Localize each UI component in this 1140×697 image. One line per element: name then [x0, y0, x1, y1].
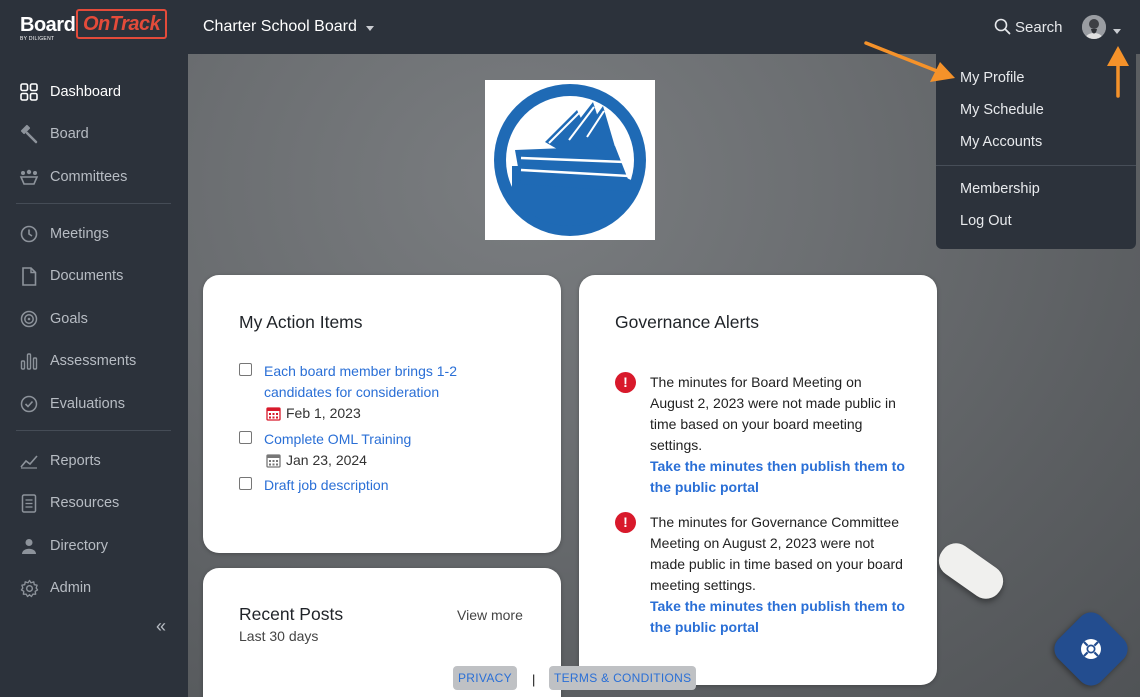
- action-item-checkbox[interactable]: [239, 431, 252, 444]
- committees-icon: [18, 166, 40, 188]
- action-item-link[interactable]: Draft job description: [264, 475, 494, 496]
- search-icon: [994, 18, 1011, 35]
- card-title: Governance Alerts: [615, 312, 759, 332]
- privacy-link[interactable]: PRIVACY: [453, 666, 517, 690]
- due-date: Jan 23, 2024: [286, 452, 367, 468]
- logo-by-text: BY DILIGENT: [20, 36, 55, 42]
- action-item-date: Jan 23, 2024: [266, 452, 367, 468]
- sidebar-item-label: Dashboard: [50, 84, 121, 100]
- action-item-date: Feb 1, 2023: [266, 405, 361, 421]
- card-title: My Action Items: [239, 312, 363, 332]
- sidebar-item-label: Board: [50, 126, 89, 142]
- alert-message: The minutes for Governance Committee Mee…: [650, 514, 903, 593]
- gavel-icon: [18, 123, 40, 145]
- governance-alerts-card: Governance Alerts ! The minutes for Boar…: [579, 275, 937, 685]
- sidebar-item-label: Meetings: [50, 226, 109, 242]
- boardontrack-logo[interactable]: Board OnTrack BY DILIGENT: [18, 8, 168, 44]
- sidebar-item-label: Resources: [50, 495, 120, 511]
- sidebar-item-goals[interactable]: Goals: [18, 307, 178, 331]
- sidebar-item-admin[interactable]: Admin: [18, 576, 178, 600]
- logo-ontrack-text: OnTrack: [76, 9, 168, 39]
- card-subtitle: Last 30 days: [239, 628, 319, 644]
- sidebar-item-evaluations[interactable]: Evaluations: [18, 392, 178, 416]
- sidebar-item-committees[interactable]: Committees: [18, 165, 178, 189]
- list-doc-icon: [18, 492, 40, 514]
- sidebar-item-label: Documents: [50, 268, 124, 284]
- school-logo: [485, 80, 655, 240]
- footer-separator: |: [532, 672, 536, 687]
- sidebar-item-resources[interactable]: Resources: [18, 491, 178, 515]
- top-bar: Board OnTrack BY DILIGENT Charter School…: [0, 0, 1140, 54]
- document-icon: [18, 265, 40, 287]
- action-item-link[interactable]: Complete OML Training: [264, 429, 494, 450]
- gear-icon: [18, 577, 40, 599]
- sidebar-item-documents[interactable]: Documents: [18, 264, 178, 288]
- action-item-link[interactable]: Each board member brings 1-2 candidates …: [264, 361, 494, 403]
- sidebar-item-label: Assessments: [50, 353, 137, 369]
- org-switcher[interactable]: Charter School Board: [203, 18, 357, 36]
- person-icon: [18, 535, 40, 557]
- calendar-overdue-icon: [266, 406, 281, 421]
- menu-item-log-out[interactable]: Log Out: [960, 213, 1012, 229]
- search-label: Search: [1015, 19, 1063, 36]
- alert-icon: !: [615, 372, 636, 393]
- line-chart-icon: [18, 450, 40, 472]
- alert-message: The minutes for Board Meeting on August …: [650, 374, 896, 453]
- help-button[interactable]: [1048, 606, 1134, 692]
- dashboard-icon: [18, 81, 40, 103]
- sidebar-item-reports[interactable]: Reports: [18, 449, 178, 473]
- menu-divider: [936, 165, 1136, 166]
- terms-link[interactable]: TERMS & CONDITIONS: [549, 666, 697, 690]
- sidebar-item-directory[interactable]: Directory: [18, 534, 178, 558]
- user-photo-icon: [1082, 15, 1106, 39]
- bar-chart-icon: [18, 350, 40, 372]
- sidebar-item-label: Goals: [50, 311, 88, 327]
- menu-item-my-profile[interactable]: My Profile: [960, 70, 1024, 86]
- sidebar-item-label: Evaluations: [50, 396, 125, 412]
- collapse-sidebar-icon[interactable]: «: [156, 616, 166, 637]
- sidebar-item-label: Committees: [50, 169, 128, 185]
- calendar-icon: [266, 453, 281, 468]
- avatar[interactable]: [1082, 15, 1106, 39]
- chevron-down-icon[interactable]: [1113, 29, 1121, 34]
- alert-action-link[interactable]: Take the minutes then publish them to th…: [650, 456, 905, 498]
- sidebar-item-label: Reports: [50, 453, 101, 469]
- clock-icon: [18, 223, 40, 245]
- alert-icon: !: [615, 512, 636, 533]
- menu-item-my-accounts[interactable]: My Accounts: [960, 134, 1042, 150]
- card-title: Recent Posts: [239, 604, 344, 624]
- alert-action-link[interactable]: Take the minutes then publish them to th…: [650, 596, 905, 638]
- menu-item-my-schedule[interactable]: My Schedule: [960, 102, 1044, 118]
- sidebar-item-label: Directory: [50, 538, 109, 554]
- chalk-decoration: [932, 536, 1010, 606]
- chevron-down-icon[interactable]: [366, 26, 374, 31]
- lifebuoy-icon: [1081, 639, 1101, 659]
- logo-board-text: Board: [20, 14, 76, 36]
- check-circle-icon: [18, 393, 40, 415]
- sidebar: Dashboard Board Committees Meetings Docu…: [0, 54, 188, 697]
- sidebar-item-assessments[interactable]: Assessments: [18, 349, 178, 373]
- action-item-checkbox[interactable]: [239, 477, 252, 490]
- action-items-card: My Action Items Each board member brings…: [203, 275, 561, 553]
- view-more-link[interactable]: View more: [457, 607, 523, 623]
- sidebar-divider: [16, 430, 171, 431]
- sidebar-item-board[interactable]: Board: [18, 122, 178, 146]
- due-date: Feb 1, 2023: [286, 405, 361, 421]
- sidebar-item-meetings[interactable]: Meetings: [18, 222, 178, 246]
- action-item-checkbox[interactable]: [239, 363, 252, 376]
- sidebar-item-dashboard[interactable]: Dashboard: [18, 80, 178, 104]
- sidebar-divider: [16, 203, 171, 204]
- target-icon: [18, 308, 40, 330]
- user-dropdown-menu: My Profile My Schedule My Accounts Membe…: [936, 54, 1136, 249]
- sidebar-item-label: Admin: [50, 580, 92, 596]
- menu-item-membership[interactable]: Membership: [960, 181, 1040, 197]
